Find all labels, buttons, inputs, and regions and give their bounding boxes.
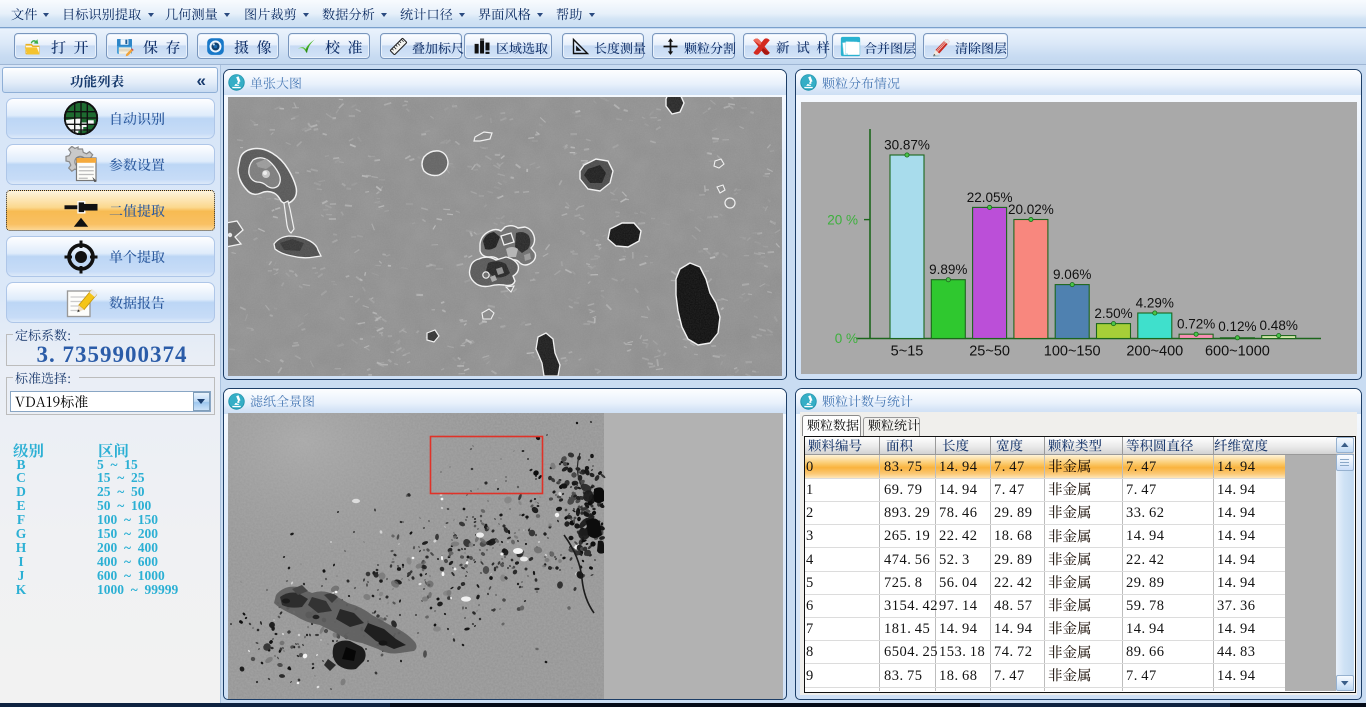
svg-text:0.48%: 0.48% <box>1260 318 1298 333</box>
svg-text:9.89%: 9.89% <box>929 262 967 277</box>
svg-text:0.12%: 0.12% <box>1218 319 1256 334</box>
svg-text:20 %: 20 % <box>827 213 858 228</box>
svg-text:2.50%: 2.50% <box>1094 306 1132 321</box>
svg-text:22.05%: 22.05% <box>967 190 1013 205</box>
svg-text:200~400: 200~400 <box>1126 344 1183 360</box>
svg-text:20.02%: 20.02% <box>1008 202 1054 217</box>
svg-text:25~50: 25~50 <box>969 344 1010 360</box>
svg-text:0 %: 0 % <box>835 331 858 346</box>
svg-text:30.87%: 30.87% <box>884 138 930 153</box>
svg-text:9.06%: 9.06% <box>1053 267 1091 282</box>
svg-text:0.72%: 0.72% <box>1177 317 1215 332</box>
svg-text:4.29%: 4.29% <box>1136 296 1174 311</box>
svg-text:600~1000: 600~1000 <box>1205 344 1270 360</box>
svg-text:5~15: 5~15 <box>891 344 924 360</box>
svg-text:100~150: 100~150 <box>1044 344 1101 360</box>
